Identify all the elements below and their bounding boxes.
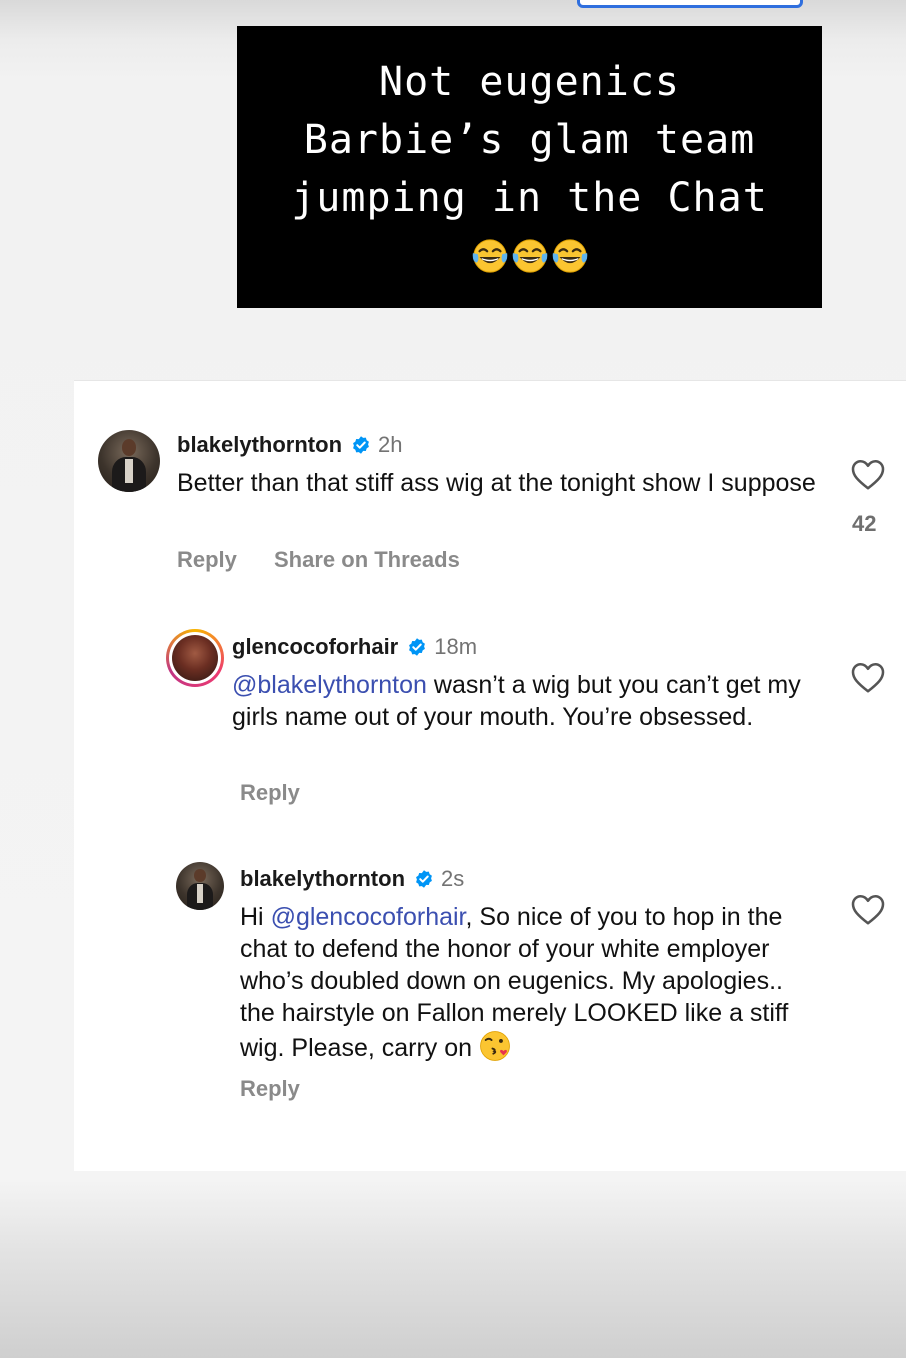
comment-header: glencocoforhair 18m (232, 632, 477, 662)
verified-badge-icon (353, 436, 369, 454)
timestamp: 18m (434, 634, 478, 659)
username[interactable]: blakelythornton (177, 432, 342, 458)
timestamp: 2s (441, 866, 465, 891)
mention-link[interactable]: @glencocoforhair (271, 903, 466, 931)
verified-badge-icon (416, 870, 432, 888)
tears-of-joy-emoji-icon (552, 239, 587, 273)
mention-link[interactable]: @blakelythornton (232, 671, 427, 699)
like-count: 42 (852, 511, 877, 536)
share-on-threads-button[interactable]: Share on Threads (274, 547, 460, 573)
avatar-with-story-ring[interactable] (166, 629, 224, 687)
comment-header: blakelythornton 2h (177, 430, 403, 460)
partial-story-button (577, 0, 803, 8)
avatar[interactable] (176, 862, 224, 910)
reply-button[interactable]: Reply (240, 780, 300, 806)
comment-text: Hi @glencocoforhair, So nice of you to h… (240, 901, 820, 1064)
like-heart-icon[interactable] (850, 892, 886, 926)
story-caption: Not eugenics Barbie’s glam team jumping … (237, 26, 822, 308)
tears-of-joy-emoji-icon (512, 239, 547, 273)
reply-button[interactable]: Reply (177, 547, 237, 573)
comment-header: blakelythornton 2s (240, 864, 464, 894)
caption-line-2: Barbie’s glam team (303, 117, 756, 163)
like-heart-icon[interactable] (850, 457, 886, 491)
like-heart-icon[interactable] (850, 660, 886, 694)
caption-line-3: jumping in the Chat (291, 175, 768, 221)
caption-emoji-row (471, 227, 589, 285)
comment-text: @blakelythornton wasn’t a wig but you ca… (232, 669, 812, 733)
face-blowing-kiss-emoji-icon (480, 1031, 510, 1061)
comment-text: Better than that stiff ass wig at the to… (177, 469, 816, 497)
tears-of-joy-emoji-icon (472, 239, 507, 273)
comment-prefix: Hi (240, 903, 271, 931)
username[interactable]: glencocoforhair (232, 634, 398, 660)
reply-button[interactable]: Reply (240, 1076, 300, 1102)
verified-badge-icon (409, 638, 426, 656)
username[interactable]: blakelythornton (240, 866, 405, 892)
avatar[interactable] (98, 430, 160, 492)
timestamp: 2h (378, 432, 403, 457)
caption-line-1: Not eugenics (379, 59, 680, 105)
